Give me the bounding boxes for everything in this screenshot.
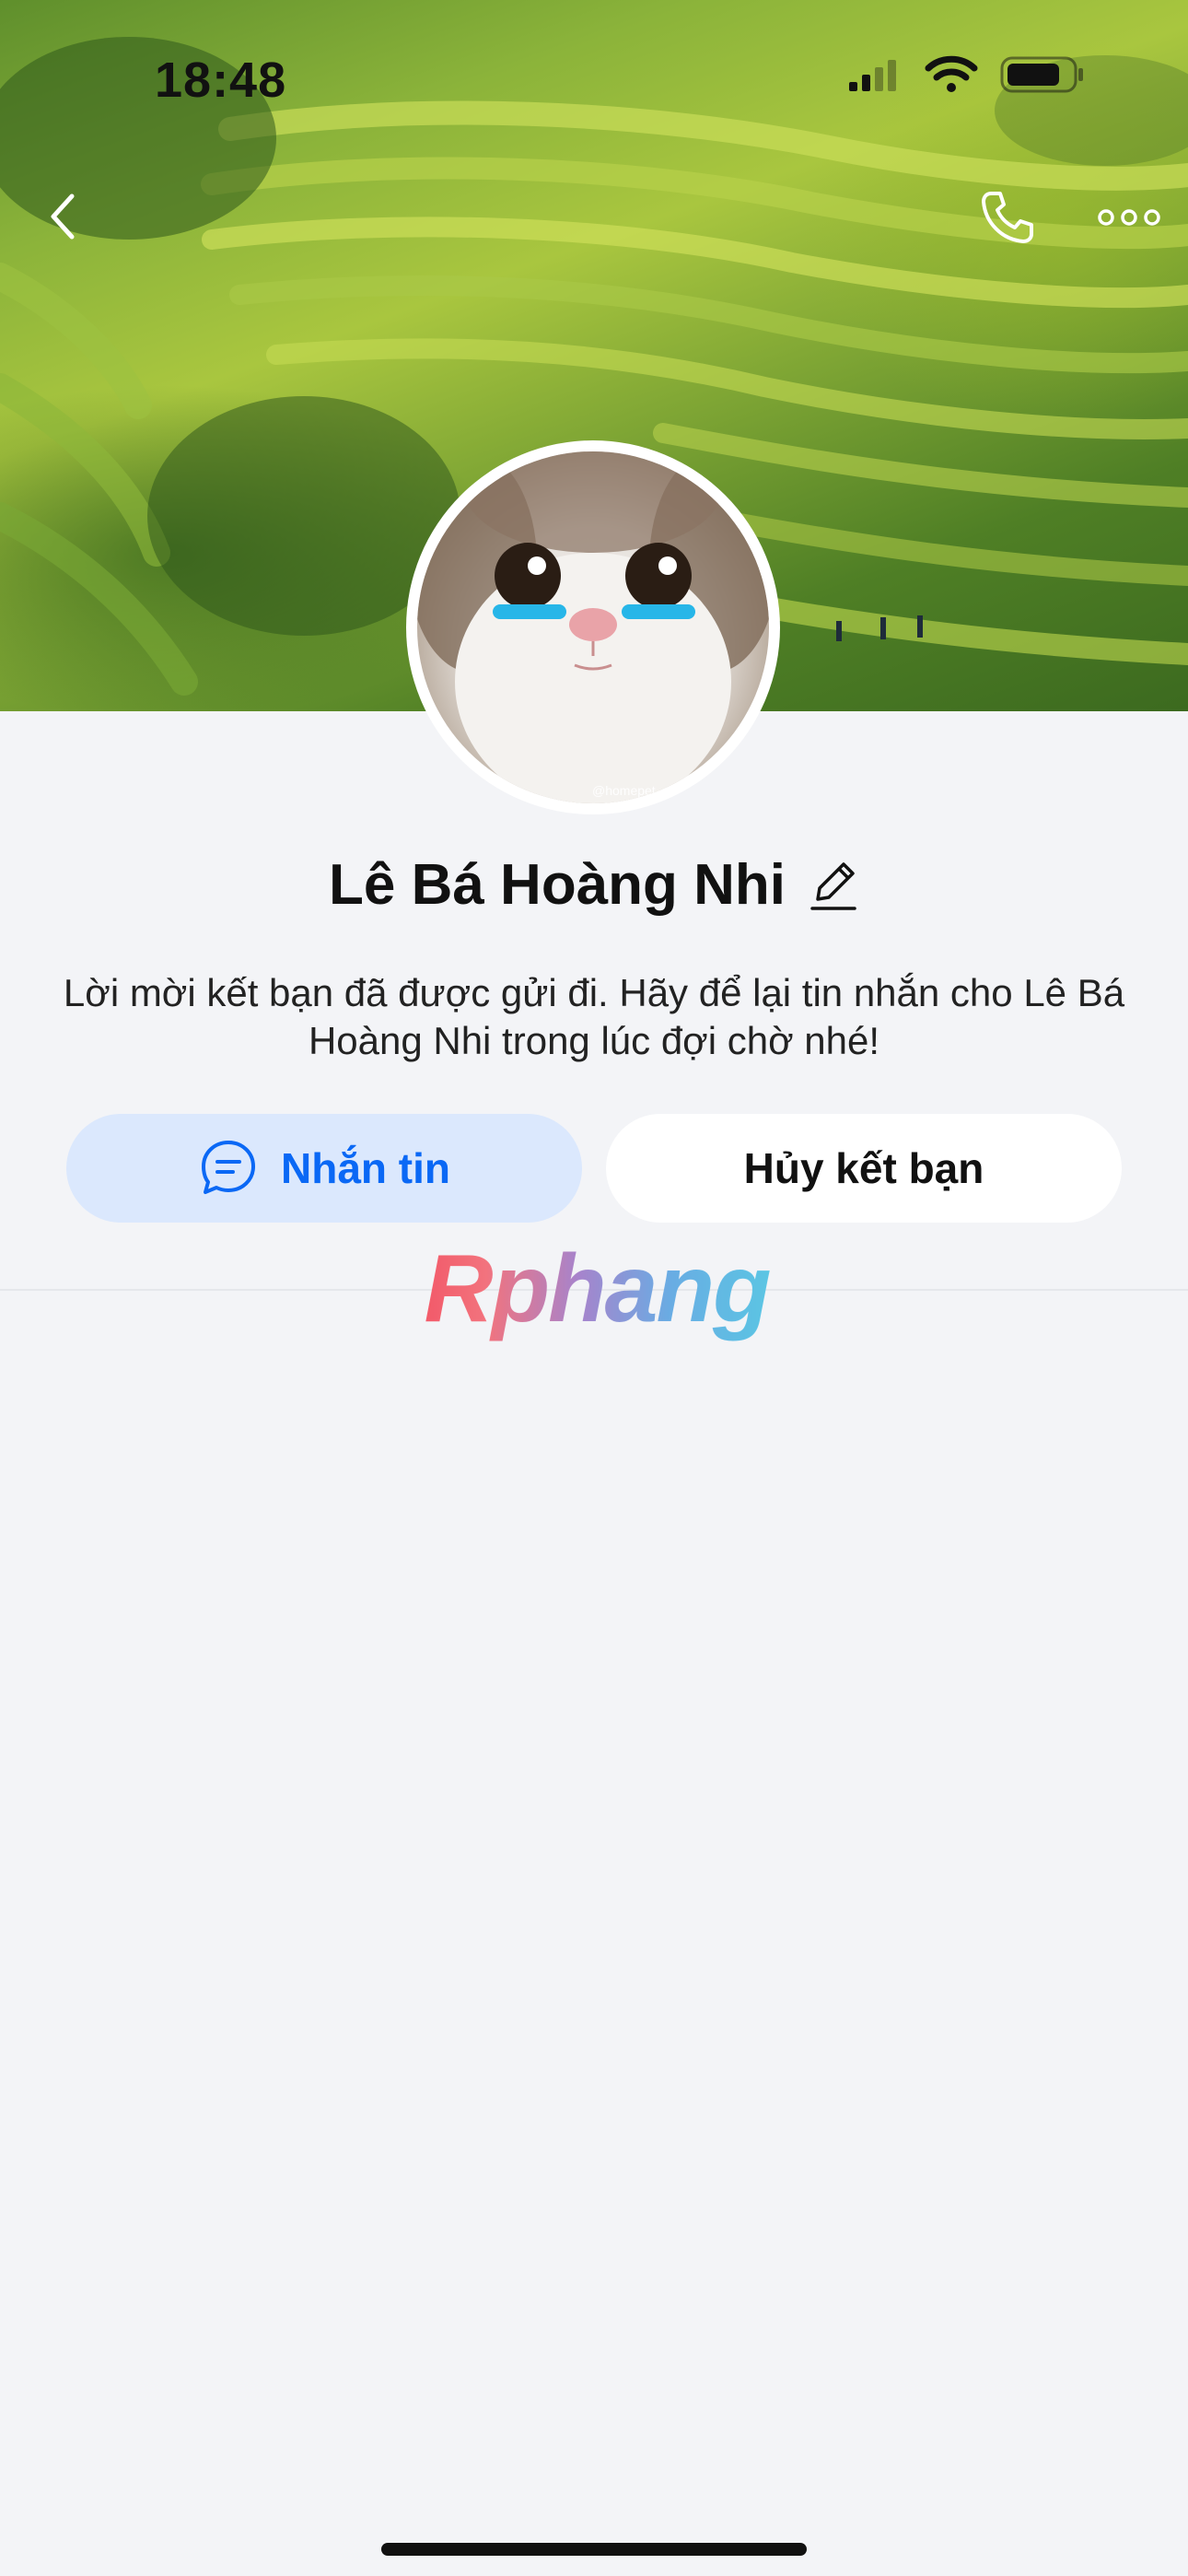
cellular-signal-icon [847,56,903,98]
cancel-friend-request-button[interactable]: Hủy kết bạn [606,1114,1122,1223]
profile-screen: 18:48 @homepet Lê Bá Hoàng Nhi Lời mời k… [0,0,1188,2576]
back-button[interactable] [35,184,90,249]
chevron-left-icon [51,193,75,240]
status-icons [847,53,1085,100]
avatar[interactable]: @homepet [406,440,780,814]
avatar-watermark: @homepet [592,783,656,798]
call-button[interactable] [974,184,1041,251]
message-button[interactable]: Nhắn tin [66,1114,582,1223]
phone-icon [982,192,1033,243]
more-horizontal-icon [1098,209,1160,226]
status-time: 18:48 [155,53,287,108]
profile-name-row: Lê Bá Hoàng Nhi [0,852,1188,918]
invite-sent-message: Lời mời kết bạn đã được gửi đi. Hãy để l… [63,971,1125,1062]
wifi-icon [925,55,978,99]
avatar-image: @homepet [417,451,769,803]
battery-icon [1000,55,1085,99]
pencil-icon[interactable] [808,858,859,913]
home-indicator[interactable] [381,2543,807,2556]
more-button[interactable] [1092,192,1166,243]
watermark-text: Rphang [413,1235,781,1344]
profile-name: Lê Bá Hoàng Nhi [328,853,786,917]
message-button-label: Nhắn tin [281,1144,450,1192]
chat-bubble-icon [202,1141,255,1194]
cancel-button-label: Hủy kết bạn [743,1144,984,1192]
